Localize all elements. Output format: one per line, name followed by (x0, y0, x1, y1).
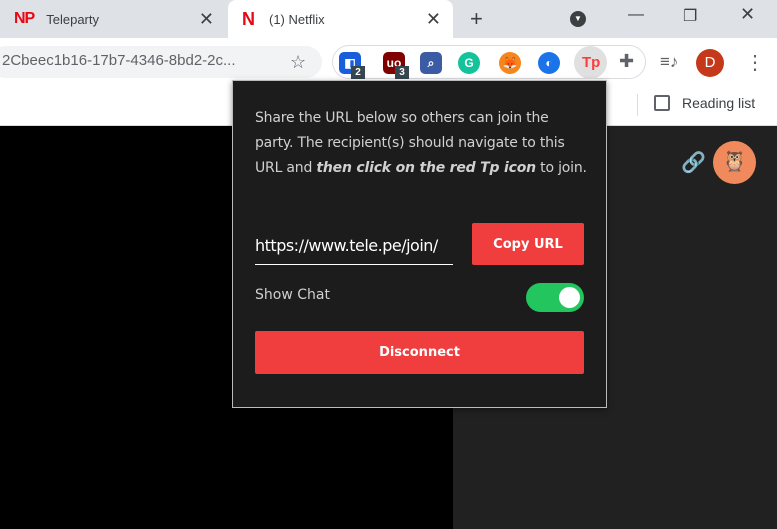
tab-title: Teleparty (46, 11, 99, 27)
puzzle-icon[interactable]: ✚ (619, 51, 634, 72)
close-window-icon[interactable]: ✕ (740, 4, 755, 25)
close-icon[interactable]: ✕ (426, 9, 441, 30)
extension-badge: 3 (395, 66, 409, 79)
metamask-extension-icon[interactable]: 🦊 (499, 52, 521, 74)
restore-icon[interactable]: ❐ (683, 6, 697, 26)
reading-list-label: Reading list (682, 95, 756, 111)
new-tab-button[interactable]: + (470, 6, 483, 32)
media-control-icon[interactable]: ≡♪ (660, 52, 678, 72)
address-bar[interactable]: 2Cbeec1b16-17b7-4346-8bd2-2c... (0, 46, 322, 78)
tab-teleparty[interactable]: NP Teleparty ✕ (0, 0, 226, 38)
user-avatar[interactable]: 🦉 (713, 141, 756, 184)
divider (637, 94, 638, 116)
show-chat-label: Show Chat (255, 287, 330, 303)
teleparty-favicon: NP (14, 10, 35, 27)
link-icon[interactable]: 🔗 (681, 150, 706, 175)
menu-icon[interactable]: ⋮ (745, 50, 765, 75)
disconnect-button[interactable]: Disconnect (255, 331, 584, 374)
extension-badge: 2 (351, 66, 365, 79)
grammarly-extension-icon[interactable]: G (458, 52, 480, 74)
minimize-icon[interactable]: — (628, 6, 644, 24)
tab-search-icon[interactable]: ▼ (570, 11, 586, 27)
copy-url-button[interactable]: Copy URL (472, 223, 584, 265)
tab-title: (1) Netflix (269, 11, 325, 27)
bookmark-star-icon[interactable]: ☆ (290, 52, 306, 73)
show-chat-toggle[interactable] (526, 283, 584, 312)
tab-netflix[interactable]: N (1) Netflix ✕ (228, 0, 453, 38)
teleparty-extension-icon[interactable]: Tp (582, 54, 600, 71)
globe-ext-extension-icon[interactable]: ◐ (538, 52, 560, 74)
reading-list-button[interactable]: Reading list (654, 95, 755, 111)
share-url-input[interactable] (255, 227, 453, 265)
teleparty-popup: Share the URL below so others can join t… (232, 80, 607, 408)
share-instructions: Share the URL below so others can join t… (255, 110, 587, 176)
search-ext-extension-icon[interactable]: ⌕ (420, 52, 442, 74)
profile-avatar[interactable]: D (696, 49, 724, 77)
close-icon[interactable]: ✕ (199, 9, 214, 30)
netflix-favicon: N (242, 8, 255, 29)
reading-list-icon (654, 95, 670, 111)
